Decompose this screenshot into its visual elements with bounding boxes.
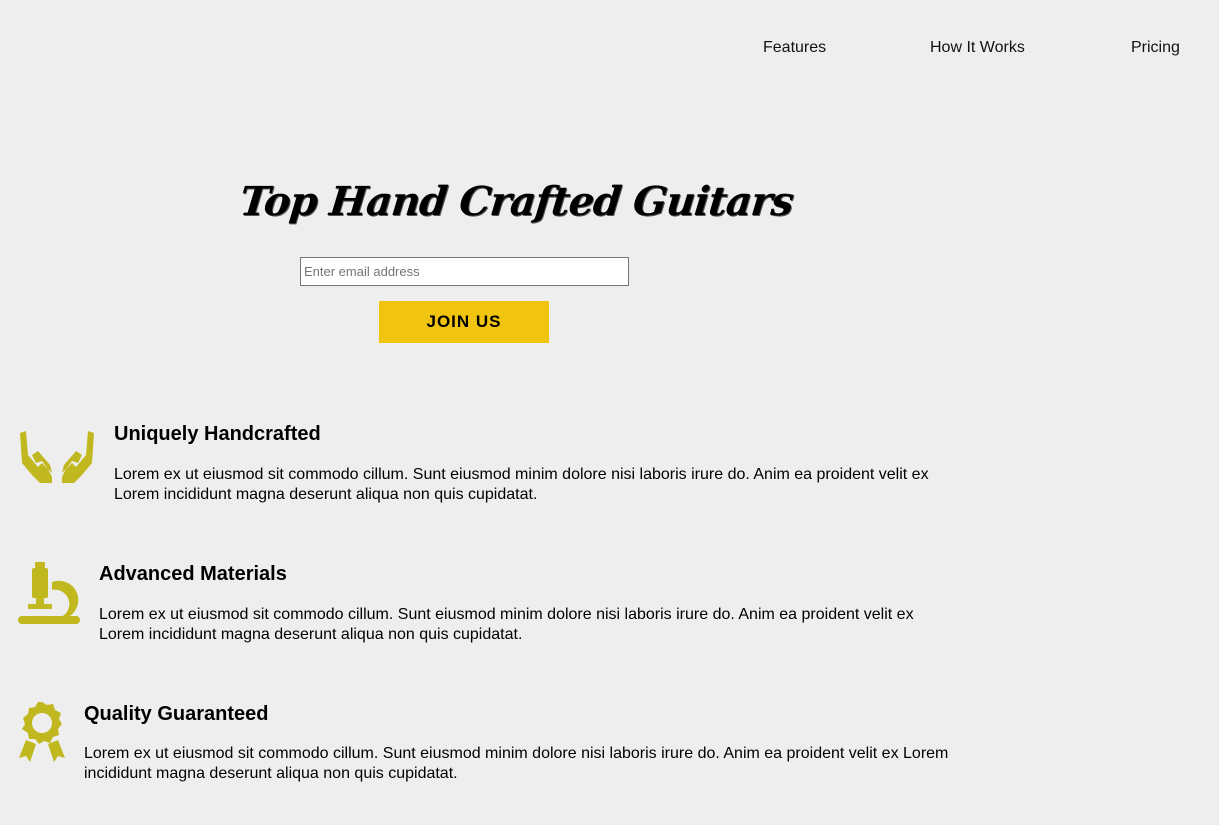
feature-title: Advanced Materials	[99, 563, 287, 585]
hands-icon	[18, 429, 96, 485]
feature-item: Advanced Materials Lorem ex ut eiusmod s…	[0, 562, 1000, 672]
microscope-icon	[18, 562, 80, 624]
nav-link-how-it-works[interactable]: How It Works	[930, 38, 1025, 58]
nav-link-pricing[interactable]: Pricing	[1131, 38, 1180, 58]
feature-title: Quality Guaranteed	[84, 703, 269, 725]
feature-description: Lorem ex ut eiusmod sit commodo cillum. …	[99, 606, 914, 643]
feature-title: Uniquely Handcrafted	[114, 423, 321, 445]
feature-item: Uniquely Handcrafted Lorem ex ut eiusmod…	[0, 422, 1000, 532]
feature-description: Lorem ex ut eiusmod sit commodo cillum. …	[84, 745, 949, 782]
landing-page: Features How It Works Pricing Top Hand C…	[0, 0, 1219, 825]
feature-description: Lorem ex ut eiusmod sit commodo cillum. …	[114, 466, 929, 503]
top-nav: Features How It Works Pricing	[0, 38, 1219, 60]
hero-title: Top Hand Crafted Guitars	[237, 178, 796, 225]
feature-item: Quality Guaranteed Lorem ex ut eiusmod s…	[0, 702, 1000, 812]
nav-link-features[interactable]: Features	[763, 38, 826, 58]
join-us-button[interactable]: JOIN US	[379, 301, 549, 343]
email-input[interactable]	[300, 257, 629, 286]
award-ribbon-icon	[18, 702, 66, 764]
